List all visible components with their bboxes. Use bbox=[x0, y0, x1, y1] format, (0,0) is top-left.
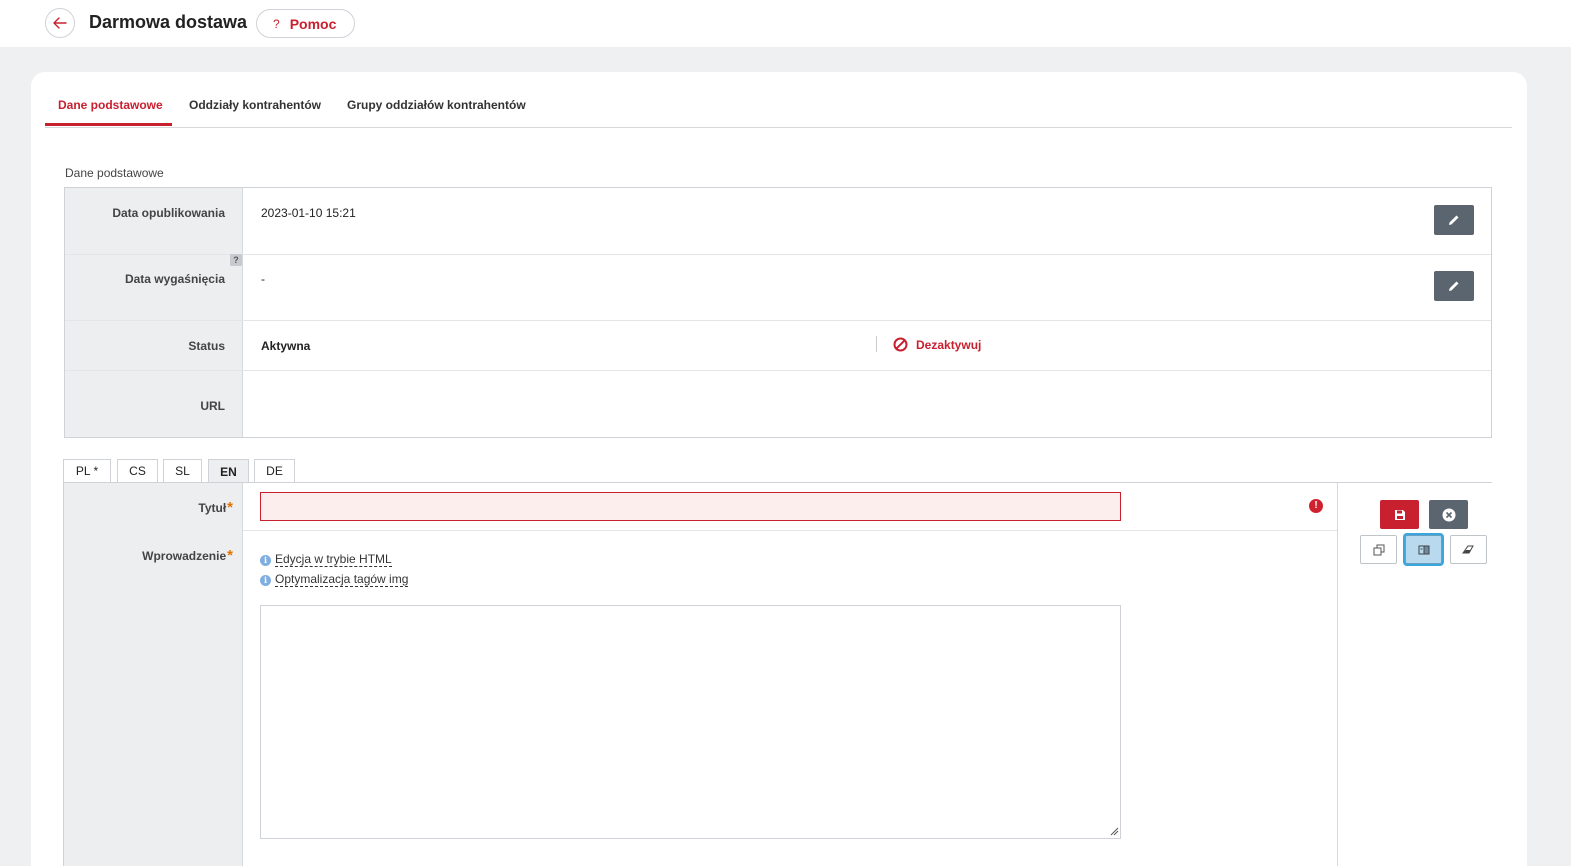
help-label: Pomoc bbox=[289, 15, 337, 32]
actions-column bbox=[1337, 483, 1492, 866]
title-input[interactable] bbox=[260, 492, 1121, 521]
question-icon: ? bbox=[273, 16, 280, 31]
status-separator bbox=[876, 336, 877, 352]
eraser-icon bbox=[1462, 545, 1474, 554]
error-icon: ! bbox=[1309, 499, 1323, 513]
deactivate-label: Dezaktywuj bbox=[916, 337, 982, 352]
edit-expires-button[interactable] bbox=[1434, 271, 1474, 301]
row-divider bbox=[65, 254, 1491, 255]
arrow-left-icon bbox=[53, 17, 67, 29]
pencil-icon bbox=[1449, 215, 1459, 225]
published-label: Data opublikowania bbox=[112, 206, 225, 220]
main-card: Dane podstawowe Oddziały kontrahentów Gr… bbox=[31, 72, 1527, 866]
expires-value: - bbox=[261, 272, 265, 286]
status-label: Status bbox=[188, 339, 225, 353]
pencil-icon bbox=[1449, 281, 1459, 291]
translate-icon bbox=[1418, 545, 1429, 554]
active-tab-indicator bbox=[45, 123, 172, 126]
published-value: 2023-01-10 15:21 bbox=[261, 206, 356, 220]
copy-icon bbox=[1373, 544, 1384, 555]
close-circle-icon bbox=[1442, 508, 1455, 521]
row-divider bbox=[65, 320, 1491, 321]
floppy-disk-icon bbox=[1394, 509, 1405, 520]
label-column bbox=[64, 483, 243, 866]
ban-icon bbox=[893, 337, 908, 352]
page-title: Darmowa dostawa bbox=[89, 12, 248, 32]
section-label: Dane podstawowe bbox=[65, 166, 164, 180]
info-icon: i bbox=[260, 574, 271, 586]
cancel-button[interactable] bbox=[1429, 500, 1468, 529]
row-divider bbox=[65, 370, 1491, 371]
required-marker: * bbox=[227, 499, 233, 516]
lang-tab-sl[interactable]: SL bbox=[163, 459, 202, 482]
tab-basic-data[interactable]: Dane podstawowe bbox=[58, 98, 163, 112]
properties-table: Data opublikowania 2023-01-10 15:21 ? Da… bbox=[64, 187, 1492, 438]
status-value: Aktywna bbox=[261, 339, 311, 353]
title-label-text: Tytuł bbox=[198, 501, 227, 515]
img-optimization-link[interactable]: i Optymalizacja tagów img bbox=[260, 572, 409, 587]
tab-contractor-branches[interactable]: Oddziały kontrahentów bbox=[189, 98, 321, 112]
tab-bar: Dane podstawowe Oddziały kontrahentów Gr… bbox=[45, 92, 1512, 128]
translation-form: Tytuł* ! Wprowadzenie* i Edycja w trybie… bbox=[63, 482, 1492, 866]
edit-published-button[interactable] bbox=[1434, 205, 1474, 235]
info-icon: i bbox=[260, 554, 271, 566]
lang-tab-en[interactable]: EN bbox=[208, 459, 249, 483]
translate-button[interactable] bbox=[1405, 535, 1442, 564]
help-button[interactable]: ? Pomoc bbox=[256, 9, 356, 38]
url-label: URL bbox=[200, 399, 225, 413]
title-label: Tytuł* bbox=[198, 499, 233, 516]
top-bar: Darmowa dostawa ? Pomoc bbox=[0, 0, 1571, 47]
intro-label-text: Wprowadzenie bbox=[142, 549, 227, 563]
deactivate-button[interactable]: Dezaktywuj bbox=[893, 337, 981, 352]
back-button[interactable] bbox=[45, 8, 75, 38]
lang-tab-de[interactable]: DE bbox=[254, 459, 295, 482]
intro-label: Wprowadzenie* bbox=[142, 547, 233, 564]
save-button[interactable] bbox=[1380, 500, 1419, 529]
expires-label: Data wygaśnięcia bbox=[124, 272, 225, 286]
intro-textarea[interactable] bbox=[260, 605, 1121, 839]
row-divider bbox=[243, 530, 1337, 531]
img-optimization-label: Optymalizacja tagów img bbox=[275, 572, 409, 587]
help-hint-icon[interactable]: ? bbox=[230, 254, 242, 266]
lang-tab-pl[interactable]: PL * bbox=[63, 459, 111, 482]
clear-button[interactable] bbox=[1450, 535, 1487, 564]
html-edit-label: Edycja w trybie HTML bbox=[275, 552, 392, 567]
required-marker: * bbox=[227, 547, 233, 564]
tab-contractor-branch-groups[interactable]: Grupy oddziałów kontrahentów bbox=[347, 98, 526, 112]
lang-tab-cs[interactable]: CS bbox=[117, 459, 158, 482]
copy-button[interactable] bbox=[1360, 535, 1397, 564]
html-edit-link[interactable]: i Edycja w trybie HTML bbox=[260, 553, 392, 567]
resize-grip-icon[interactable] bbox=[1110, 827, 1119, 836]
